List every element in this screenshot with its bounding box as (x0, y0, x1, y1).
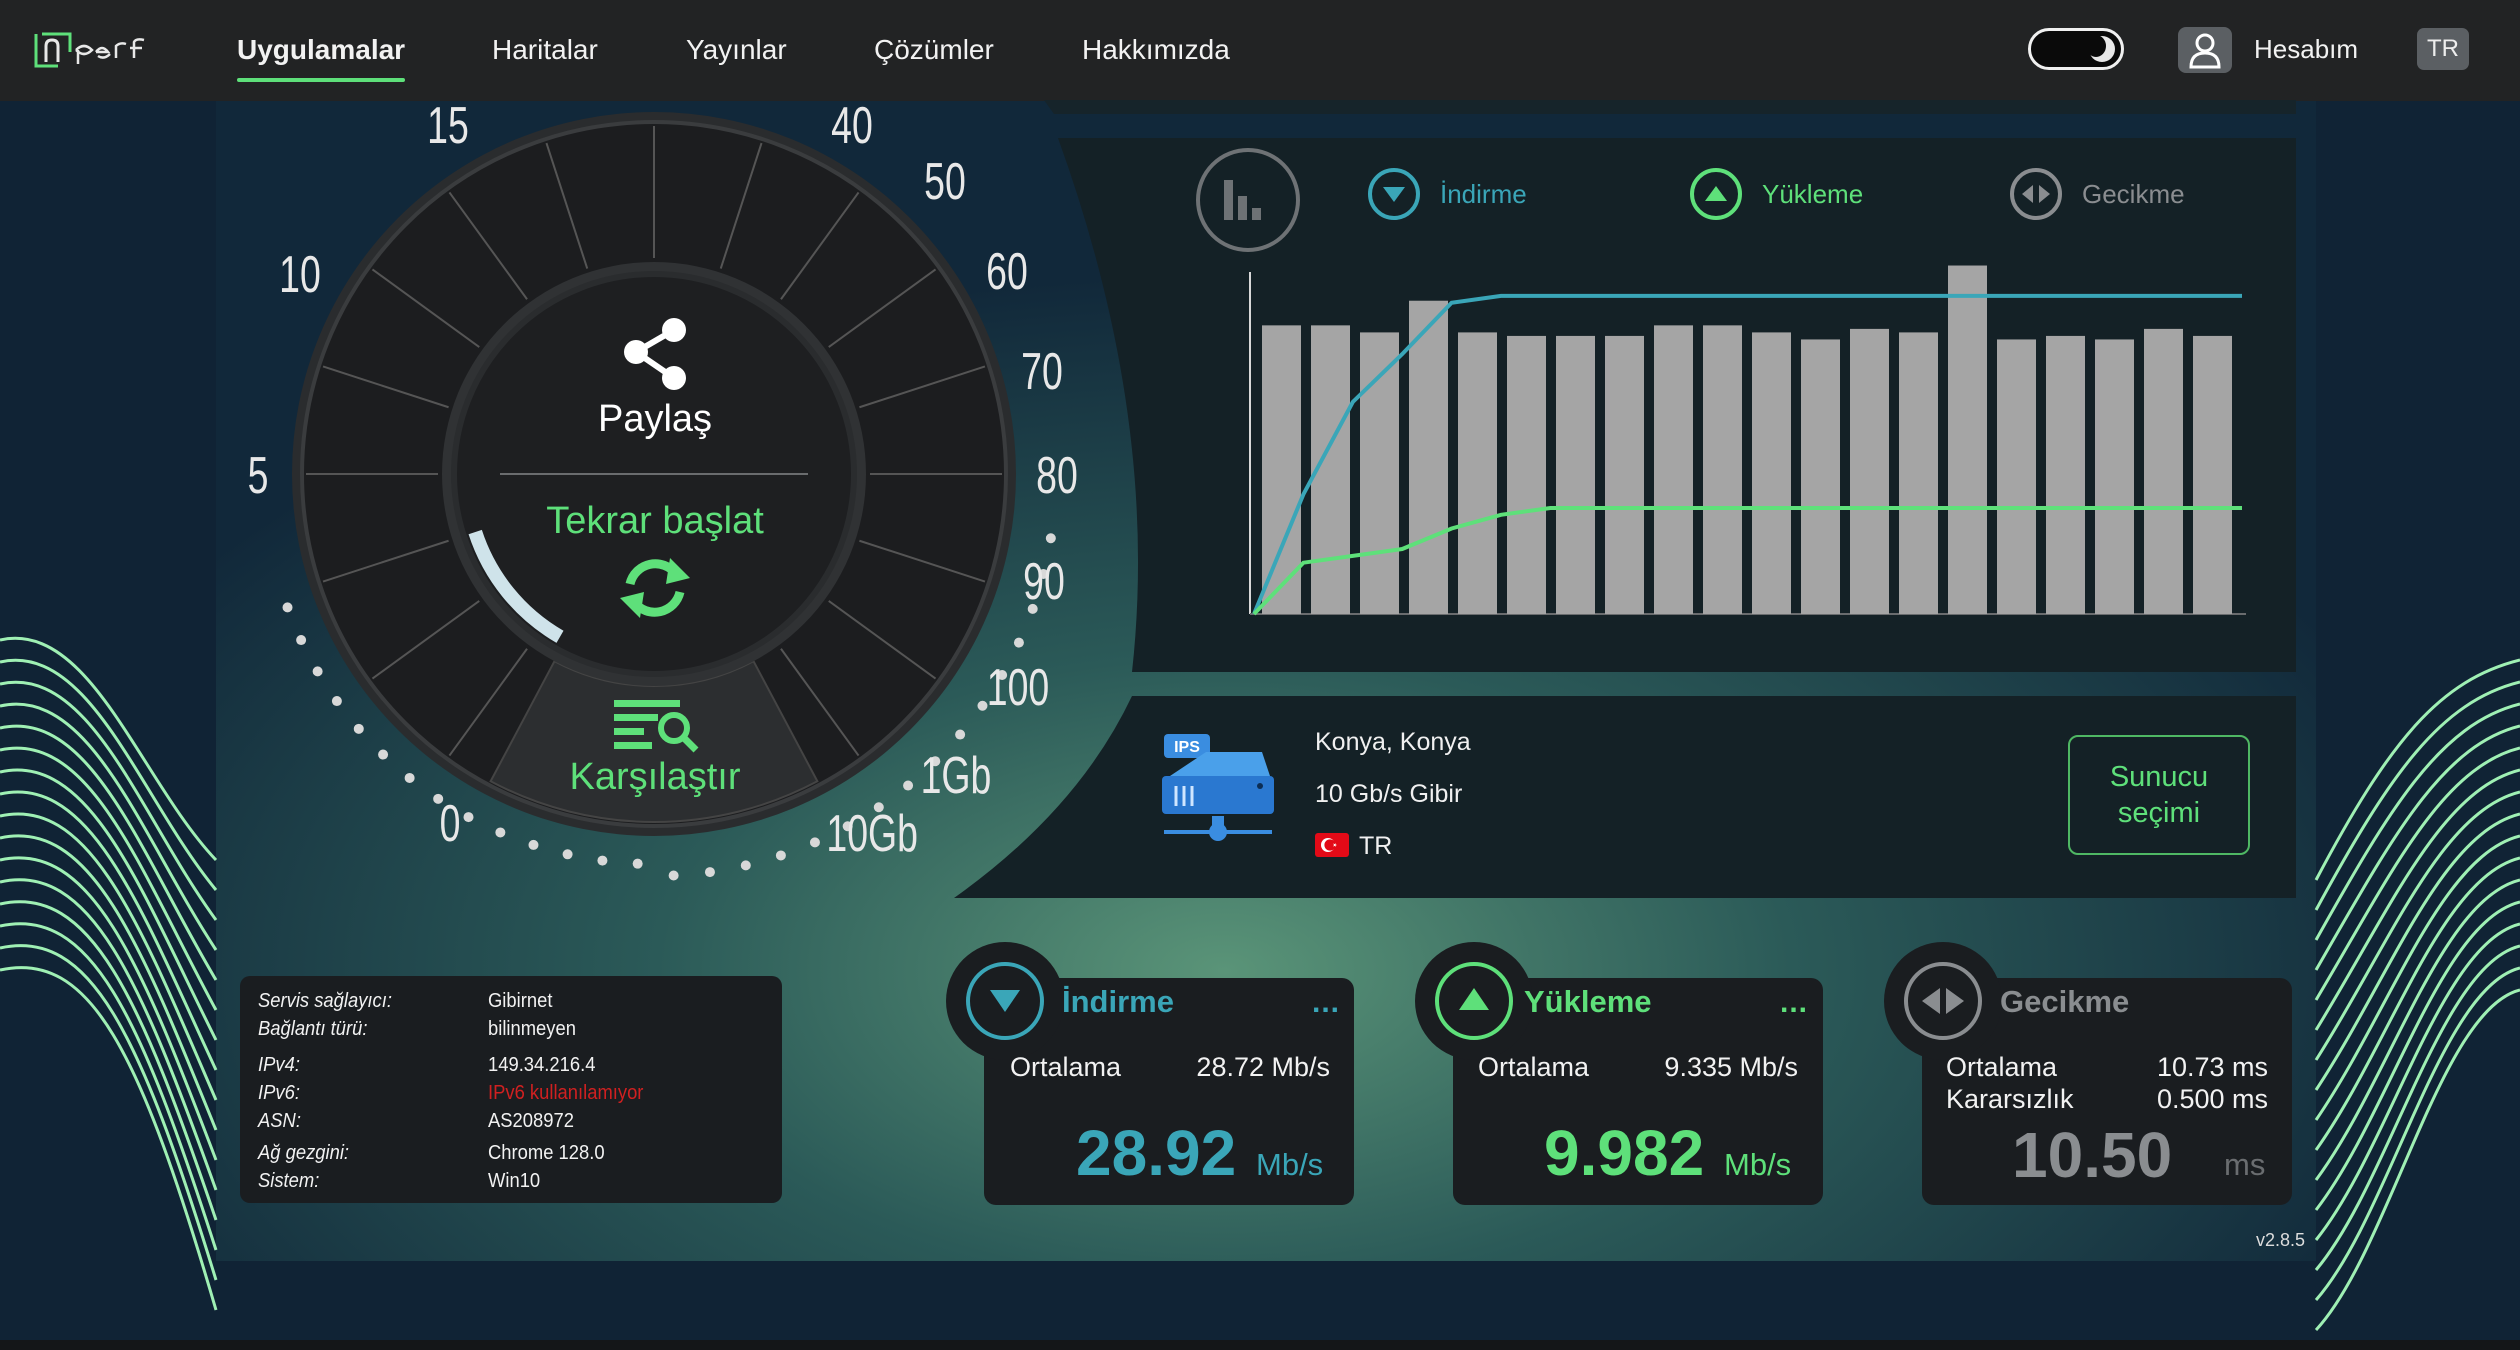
jitter-label: Kararsızlık (1946, 1084, 2074, 1114)
server-select-label-line1: Sunucu (2109, 761, 2209, 793)
chart-bar (1948, 265, 1987, 614)
upload-avg-value: 9.335 Mb/s (1664, 1052, 1798, 1082)
chart-bar (2095, 339, 2134, 614)
chart-bar (1850, 328, 1889, 614)
chart-view-button[interactable] (1196, 148, 1300, 252)
chart-bar (2193, 335, 2232, 614)
latency-arrows-icon (2010, 168, 2062, 220)
chart-bar (1458, 332, 1497, 614)
download-speed-unit: Mb/s (1256, 1147, 1324, 1182)
chart-bar (1605, 335, 1644, 614)
app-version: v2.8.5 (2256, 1230, 2306, 1250)
chart-bar (1507, 335, 1546, 614)
server-country: TR (1359, 832, 1393, 860)
legend-upload-label: Yükleme (1762, 179, 1864, 209)
latency-card-badge (1884, 942, 2002, 1060)
server-location: Konya, Konya (1315, 728, 1471, 756)
ipv6-unavailable: IPv6 kullanılamıyor (488, 1082, 644, 1104)
chart-bar (1654, 325, 1693, 614)
download-speed-value: 28.92 (1076, 1117, 1237, 1189)
server-select-button[interactable]: Sunucu seçimi (2068, 735, 2250, 855)
upload-more-button[interactable]: ... (1780, 986, 1808, 1020)
upload-avg-label: Ortalama (1478, 1052, 1590, 1082)
download-more-button[interactable]: ... (1312, 986, 1340, 1020)
latency-avg-label: Ortalama (1946, 1052, 2058, 1082)
legend-download-label: İndirme (1440, 179, 1527, 209)
upload-speed-unit: Mb/s (1724, 1147, 1792, 1182)
download-card-badge (946, 942, 1064, 1060)
download-arrow-icon (966, 962, 1044, 1040)
upload-card-badge (1415, 942, 1533, 1060)
chart-bar (1801, 339, 1840, 614)
chart-bar (1409, 300, 1448, 614)
latency-arrows-icon (1904, 962, 1982, 1040)
latency-avg-value: 10.73 ms (2156, 1052, 2268, 1082)
upload-arrow-icon (1435, 962, 1513, 1040)
bar-chart-icon (1224, 180, 1261, 220)
svg-text:IPS: IPS (1174, 739, 1200, 756)
chart-bar (2046, 335, 2085, 614)
connection-info-panel: Servis sağlayıcı: Gibirnet Bağlantı türü… (240, 976, 782, 1203)
latency-unit: ms (2224, 1147, 2266, 1182)
download-avg-label: Ortalama (1010, 1052, 1122, 1082)
latency-card-title: Gecikme (2000, 984, 2130, 1019)
download-card-title: İndirme (1062, 984, 1174, 1019)
turkey-flag-icon (1315, 833, 1349, 857)
server-provider: 10 Gb/s Gibir (1315, 780, 1463, 808)
chart-bar (1997, 339, 2036, 614)
download-arrow-icon (1368, 168, 1420, 220)
latency-value: 10.50 (2012, 1119, 2173, 1191)
server-icon: IPS (1162, 734, 1274, 841)
chart-bar (1556, 335, 1595, 614)
upload-card-title: Yükleme (1524, 984, 1652, 1019)
download-avg-value: 28.72 Mb/s (1196, 1052, 1330, 1082)
chart-bar (2144, 328, 2183, 614)
server-select-label-line2: seçimi (2117, 797, 2201, 829)
jitter-value: 0.500 ms (2156, 1084, 2268, 1114)
upload-speed-value: 9.982 (1544, 1117, 1705, 1189)
chart-bar (1899, 332, 1938, 614)
chart-bar (1752, 332, 1791, 614)
legend-latency-label: Gecikme (2082, 179, 2185, 209)
upload-arrow-icon (1690, 168, 1742, 220)
chart-bar (1703, 325, 1742, 614)
